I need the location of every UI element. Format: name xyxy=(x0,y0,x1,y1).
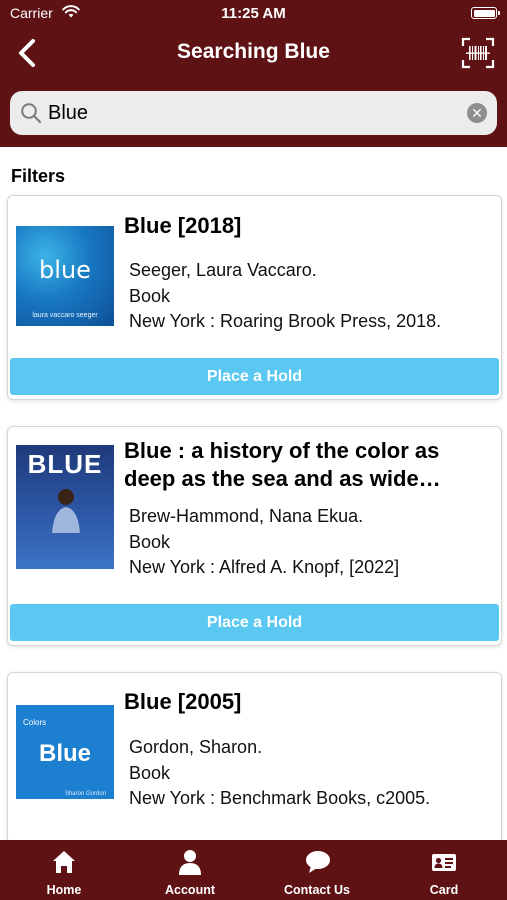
book-format: Book xyxy=(129,531,171,552)
book-author: Brew-Hammond, Nana Ekua. xyxy=(129,506,364,526)
id-card-icon xyxy=(432,854,456,871)
tab-label: Account xyxy=(165,883,215,897)
book-title[interactable]: Blue [2005] xyxy=(124,688,492,716)
result-card[interactable]: blue laura vaccaro seeger Blue [2018] Se… xyxy=(7,195,502,400)
app-header: Carrier 11:25 AM Searching Blue Blue ✕ xyxy=(0,0,507,147)
result-card[interactable]: BLUE Blue : a history of the color as de… xyxy=(7,426,502,646)
result-card[interactable]: Colors Blue Sharon Gordon Blue [2005] Go… xyxy=(7,672,502,844)
book-publisher: New York : Alfred A. Knopf, [2022] xyxy=(129,557,400,577)
tab-label: Home xyxy=(46,883,82,897)
tab-contact-us[interactable]: Contact Us xyxy=(254,840,380,900)
book-title[interactable]: Blue : a history of the color as deep as… xyxy=(124,437,492,493)
cover-author: Sharon Gordon xyxy=(64,791,106,797)
tab-card[interactable]: Card xyxy=(381,840,507,900)
tab-bar: Home Account Contact Us Card xyxy=(0,840,507,900)
book-meta: Brew-Hammond, Nana Ekua. Book New York :… xyxy=(129,504,399,581)
book-meta: Seeger, Laura Vaccaro. Book New York : R… xyxy=(129,258,441,335)
clear-search-button[interactable]: ✕ xyxy=(467,103,487,123)
barcode-scanner-icon xyxy=(461,37,495,69)
book-author: Gordon, Sharon. xyxy=(129,737,263,757)
cover-title: blue xyxy=(39,256,91,284)
barcode-scan-button[interactable] xyxy=(461,36,495,70)
tab-home[interactable]: Home xyxy=(1,840,127,900)
cover-title: Blue xyxy=(38,740,91,767)
cover-author: laura vaccaro seeger xyxy=(32,312,98,319)
cover-title: BLUE xyxy=(27,449,103,479)
book-cover: blue laura vaccaro seeger xyxy=(16,226,114,326)
search-icon xyxy=(21,103,42,124)
place-hold-button[interactable]: Place a Hold xyxy=(10,358,499,395)
cover-series: Colors xyxy=(23,718,47,727)
battery-icon xyxy=(471,7,500,19)
home-icon xyxy=(53,851,75,873)
tab-account[interactable]: Account xyxy=(127,840,253,900)
filters-link[interactable]: Filters xyxy=(11,166,65,187)
status-bar: Carrier 11:25 AM xyxy=(0,0,507,28)
clock: 11:25 AM xyxy=(221,5,286,22)
search-bar: ✕ xyxy=(10,91,497,135)
book-title[interactable]: Blue [2018] xyxy=(124,212,492,240)
page-title: Searching Blue xyxy=(177,40,330,63)
place-hold-button[interactable]: Place a Hold xyxy=(10,604,499,641)
cover-illustration xyxy=(52,489,80,533)
book-format: Book xyxy=(129,762,171,783)
book-format: Book xyxy=(129,285,171,306)
chat-bubble-icon xyxy=(306,851,330,873)
book-cover: BLUE xyxy=(16,445,114,569)
tab-label: Card xyxy=(429,883,459,897)
book-publisher: New York : Benchmark Books, c2005. xyxy=(129,788,431,808)
book-author: Seeger, Laura Vaccaro. xyxy=(129,260,317,280)
book-cover: Colors Blue Sharon Gordon xyxy=(16,705,114,799)
book-publisher: New York : Roaring Brook Press, 2018. xyxy=(129,311,442,331)
book-meta: Gordon, Sharon. Book New York : Benchmar… xyxy=(129,735,430,812)
tab-label: Contact Us xyxy=(284,883,350,897)
search-input[interactable] xyxy=(48,97,448,129)
close-icon: ✕ xyxy=(471,105,483,121)
person-icon xyxy=(179,850,201,875)
